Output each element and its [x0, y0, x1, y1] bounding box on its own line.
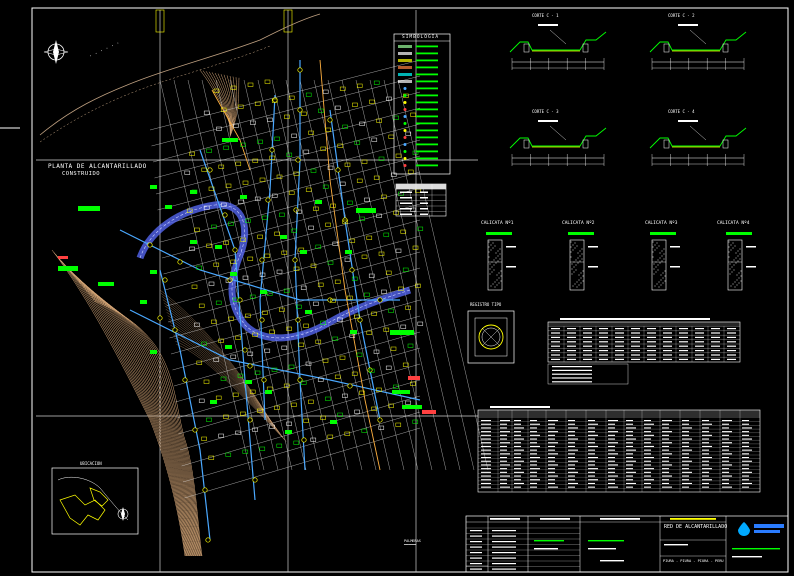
- location-inset-title: UBICACION: [80, 461, 102, 466]
- section-title-1: CORTE C - 1: [532, 13, 559, 18]
- section-title-3: CORTE C - 3: [532, 109, 559, 114]
- calicata-title-3: CALICATA Nº3: [645, 221, 678, 226]
- reference-tag: PALMERAS: [404, 539, 421, 543]
- section-title-4: CORTE C - 4: [668, 109, 695, 114]
- title-block-project: RED DE ALCANTARILLADO: [664, 524, 728, 530]
- title-block-location: PIURA - PIURA - PIURA - PERU: [663, 559, 724, 563]
- section-title-2: CORTE C - 2: [668, 13, 695, 18]
- calicata-title-1: CALICATA Nº1: [481, 221, 514, 226]
- calicata-title-4: CALICATA Nº4: [717, 221, 750, 226]
- calicata-title-2: CALICATA Nº2: [562, 221, 595, 226]
- registro-tipo-title: REGISTRO TIPO: [470, 302, 502, 307]
- legend-title: SIMBOLOGIA: [402, 34, 440, 40]
- cad-drawing-canvas: · · · · · · ━━━━━: [0, 0, 794, 576]
- plan-subtitle: CONSTRUIDO: [62, 171, 101, 177]
- plan-title: PLANTA DE ALCANTARILLADO: [48, 163, 147, 170]
